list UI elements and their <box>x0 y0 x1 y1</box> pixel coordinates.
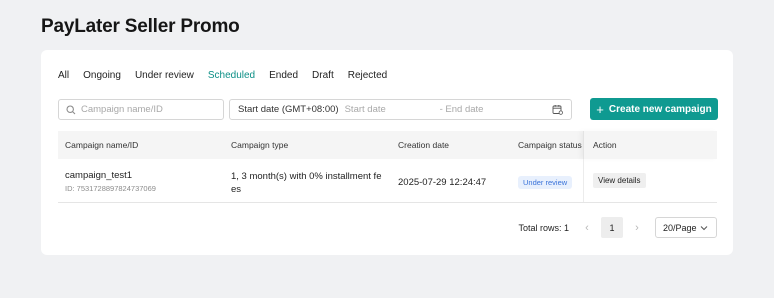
prev-page-button[interactable]: ‹ <box>577 222 597 234</box>
tab-under-review[interactable]: Under review <box>135 70 194 81</box>
search-field[interactable] <box>58 99 224 120</box>
creation-date: 2025-07-29 12:24:47 <box>398 177 487 188</box>
date-range-picker[interactable]: Start date (GMT+08:00) Start date - End … <box>229 99 572 120</box>
campaign-name-cell: campaign_test1 ID: 7531728897824737069 <box>65 170 156 193</box>
action-cell: View details <box>583 159 717 202</box>
column-header-status: Campaign status <box>518 140 582 150</box>
tab-rejected[interactable]: Rejected <box>348 70 387 81</box>
tab-ongoing[interactable]: Ongoing <box>83 70 121 81</box>
end-date-input[interactable]: - End date <box>440 104 484 115</box>
column-header-created: Creation date <box>398 140 450 150</box>
chevron-down-icon <box>700 226 708 231</box>
campaign-card: All Ongoing Under review Scheduled Ended… <box>41 50 733 255</box>
total-rows: Total rows: 1 <box>518 222 569 233</box>
campaign-type: 1, 3 month(s) with 0% installment fees <box>231 171 382 195</box>
page-size-value: 20/Page <box>663 222 697 233</box>
campaign-id: ID: 7531728897824737069 <box>65 184 156 193</box>
campaign-table: Campaign name/ID Campaign type Creation … <box>58 131 717 203</box>
date-range-label: Start date (GMT+08:00) <box>238 104 339 115</box>
tab-draft[interactable]: Draft <box>312 70 334 81</box>
search-input[interactable] <box>81 104 221 115</box>
page-title: PayLater Seller Promo <box>41 16 240 37</box>
start-date-input[interactable]: Start date <box>345 104 440 115</box>
create-campaign-label: Create new campaign <box>608 103 712 115</box>
page-number-current[interactable]: 1 <box>601 217 623 238</box>
table-header: Campaign name/ID Campaign type Creation … <box>58 131 717 159</box>
tab-all[interactable]: All <box>58 70 69 81</box>
tab-scheduled[interactable]: Scheduled <box>208 70 255 81</box>
status-badge: Under review <box>518 176 573 189</box>
view-details-button[interactable]: View details <box>593 173 646 188</box>
table-row: campaign_test1 ID: 7531728897824737069 1… <box>58 159 717 203</box>
pagination: Total rows: 1 ‹ 1 › 20/Page <box>518 217 717 238</box>
column-header-action: Action <box>583 131 717 159</box>
create-campaign-button[interactable]: + Create new campaign <box>590 98 718 120</box>
search-icon <box>66 104 76 114</box>
column-header-action-label: Action <box>593 140 617 150</box>
calendar-icon <box>552 105 563 115</box>
next-page-button[interactable]: › <box>627 222 647 234</box>
status-tabs: All Ongoing Under review Scheduled Ended… <box>58 70 401 81</box>
tab-ended[interactable]: Ended <box>269 70 298 81</box>
campaign-name: campaign_test1 <box>65 170 133 181</box>
page-size-select[interactable]: 20/Page <box>655 217 717 238</box>
plus-icon: + <box>596 101 604 117</box>
column-header-type: Campaign type <box>231 140 289 150</box>
column-header-name: Campaign name/ID <box>65 140 139 150</box>
